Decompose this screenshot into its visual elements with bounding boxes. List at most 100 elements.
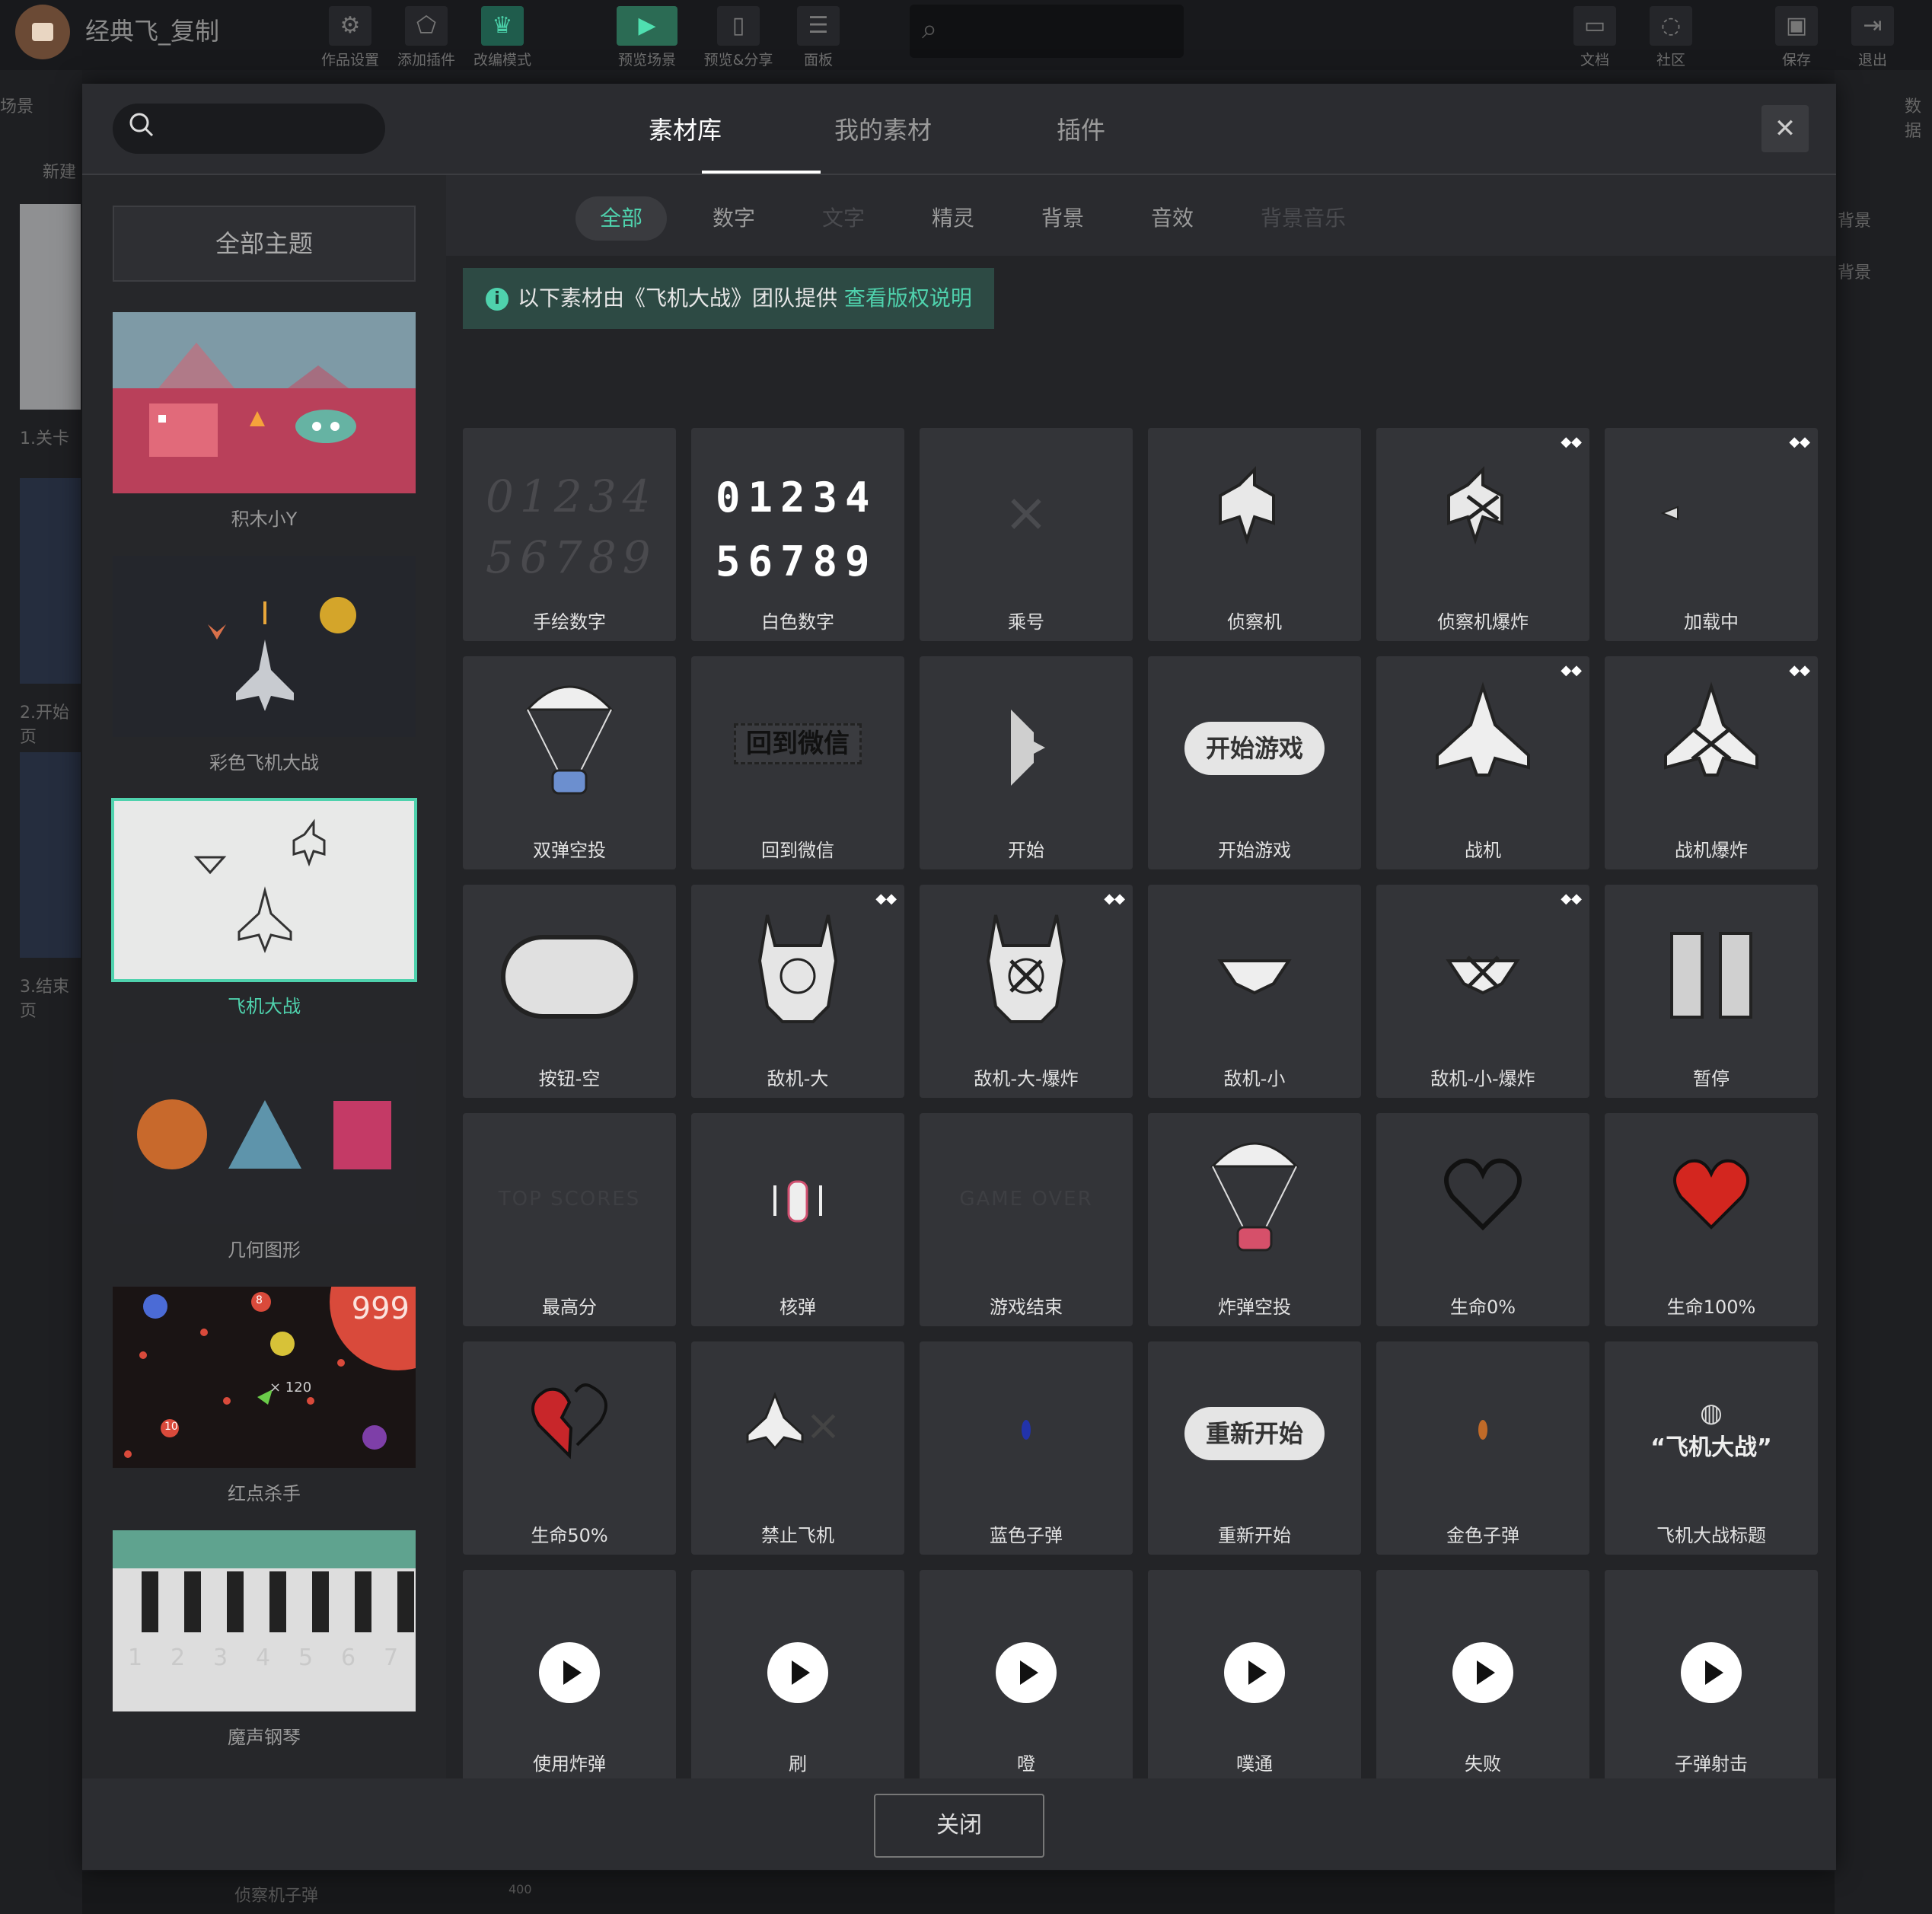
asset-card[interactable]: 侦察机 [1148, 428, 1361, 641]
toolbar-button[interactable]: ▭ 文档 [1557, 3, 1633, 69]
asset-card[interactable]: 使用炸弹 [463, 1570, 676, 1778]
nuke-icon [773, 1180, 822, 1223]
asset-card[interactable]: ◆◆ 侦察机爆炸 [1376, 428, 1589, 641]
close-icon[interactable]: ✕ [1761, 105, 1809, 152]
category-tab[interactable]: 数字 [688, 196, 779, 241]
play-icon[interactable] [767, 1642, 828, 1703]
toolbar-button[interactable]: ⬠ 添加插件 [388, 3, 464, 69]
asset-card[interactable]: 01234 56789 白色数字 [691, 428, 904, 641]
play-icon[interactable] [1452, 1642, 1513, 1703]
animation-badge-icon: ◆◆ [1561, 891, 1582, 907]
scout-plane-icon [1219, 466, 1275, 545]
asset-card[interactable]: 噗通 [1148, 1570, 1361, 1778]
play-icon[interactable] [996, 1642, 1057, 1703]
scene-thumb-3[interactable] [20, 752, 81, 958]
asset-card[interactable]: 暂停 [1605, 885, 1818, 1098]
asset-card[interactable]: 失败 [1376, 1570, 1589, 1778]
data-item-2[interactable]: 背景 [1838, 259, 1871, 283]
copyright-link[interactable]: 查看版权说明 [844, 286, 972, 311]
asset-card[interactable]: 按钮-空 [463, 885, 676, 1098]
asset-card[interactable]: ◆◆ 战机 [1376, 656, 1589, 869]
asset-card[interactable]: ◆◆ 敌机-小-爆炸 [1376, 885, 1589, 1098]
theme-item[interactable]: 积木小Y [113, 312, 416, 531]
play-icon[interactable] [539, 1642, 600, 1703]
toolbar-button[interactable]: ▶ 预览场景 [609, 3, 685, 69]
all-themes-button[interactable]: 全部主题 [113, 206, 416, 282]
data-item-1[interactable]: 背景 [1838, 207, 1871, 231]
asset-label: 核弹 [779, 1297, 816, 1318]
asset-card[interactable]: 开始 [920, 656, 1133, 869]
asset-card[interactable]: 回到微信 回到微信 [691, 656, 904, 869]
asset-card[interactable]: 核弹 [691, 1113, 904, 1326]
asset-card[interactable]: ◆◆ 加载中 [1605, 428, 1818, 641]
asset-card[interactable]: 金色子弹 [1376, 1341, 1589, 1555]
category-tab[interactable]: 精灵 [907, 196, 999, 241]
play-icon[interactable] [1681, 1642, 1742, 1703]
parachute-icon [1210, 1142, 1299, 1252]
asset-card[interactable]: 刷 [691, 1570, 904, 1778]
asset-card[interactable]: × 乘号 [920, 428, 1133, 641]
no-plane-icon [746, 1391, 804, 1450]
asset-card[interactable]: 生命0% [1376, 1113, 1589, 1326]
category-tab[interactable]: 全部 [575, 196, 668, 241]
asset-card[interactable]: ◍ “飞机大战” 飞机大战标题 [1605, 1341, 1818, 1555]
asset-card[interactable]: 敌机-小 [1148, 885, 1361, 1098]
toolbar-button[interactable]: ⇥ 退出 [1835, 3, 1911, 69]
asset-card[interactable]: × 禁止飞机 [691, 1341, 904, 1555]
asset-card[interactable]: GAME OVER 游戏结束 [920, 1113, 1133, 1326]
asset-label: 按钮-空 [538, 1068, 601, 1089]
new-scene-button[interactable]: 新建 [43, 158, 76, 183]
modal-tab[interactable]: 插件 [1005, 111, 1157, 146]
toolbar-icon: ⚙ [329, 6, 371, 46]
asset-card[interactable]: 蓝色子弹 [920, 1341, 1133, 1555]
theme-item-selected[interactable]: 飞机大战 [111, 798, 417, 1018]
theme-item[interactable]: 彩色飞机大战 [113, 556, 416, 774]
timeline-item[interactable]: 侦察机子弹 [234, 1882, 318, 1906]
asset-card[interactable]: ◆◆ 战机爆炸 [1605, 656, 1818, 869]
key-number: 2 [171, 1644, 186, 1671]
scene-thumb-2[interactable] [20, 478, 81, 684]
category-tab[interactable]: 背景音乐 [1236, 196, 1370, 241]
theme-thumb [113, 556, 416, 737]
asset-card[interactable]: 炸弹空投 [1148, 1113, 1361, 1326]
heart-empty-icon [1444, 1158, 1522, 1231]
toolbar-button[interactable]: ⚙ 作品设置 [312, 3, 388, 69]
scene-thumb-1[interactable] [20, 204, 81, 410]
app-logo[interactable] [15, 5, 70, 59]
toolbar-button[interactable]: ☰ 面板 [780, 3, 856, 69]
asset-card[interactable]: 噔 [920, 1570, 1133, 1778]
dot-number: 10 [164, 1421, 178, 1433]
asset-card[interactable]: 生命50% [463, 1341, 676, 1555]
asset-card[interactable]: 子弹射击 [1605, 1570, 1818, 1778]
category-tab[interactable]: 音效 [1127, 196, 1218, 241]
data-panel: 数据 背景 背景 [1835, 70, 1932, 1914]
asset-label: 失败 [1465, 1753, 1501, 1775]
theme-item[interactable]: 1 23 456 7 魔声钢琴 [113, 1530, 416, 1749]
asset-card[interactable]: ◆◆ 敌机-大 [691, 885, 904, 1098]
asset-card[interactable]: ◆◆ 敌机-大-爆炸 [920, 885, 1133, 1098]
toolbar-button[interactable]: ♛ 改编模式 [464, 3, 540, 69]
category-tab[interactable]: 文字 [798, 196, 889, 241]
asset-search-input[interactable] [113, 104, 385, 154]
asset-card[interactable]: 生命100% [1605, 1113, 1818, 1326]
piano-key [397, 1571, 414, 1632]
asset-card[interactable]: 开始游戏 开始游戏 [1148, 656, 1361, 869]
toolbar-button[interactable]: ▯ 预览&分享 [700, 3, 776, 69]
play-icon[interactable] [1224, 1642, 1285, 1703]
asset-card[interactable]: TOP SCORES 最高分 [463, 1113, 676, 1326]
theme-item[interactable]: 999 × 120 8 10 红点杀手 [113, 1287, 416, 1505]
top-search-input[interactable]: ⌕ [910, 5, 1184, 58]
asset-card[interactable]: 双弹空投 [463, 656, 676, 869]
digits-art: 01234 56789 [716, 474, 878, 585]
asset-card[interactable]: 01234 56789 手绘数字 [463, 428, 676, 641]
toolbar-icon: ◌ [1650, 6, 1692, 46]
asset-card[interactable]: 重新开始 重新开始 [1148, 1341, 1361, 1555]
category-tab[interactable]: 背景 [1017, 196, 1108, 241]
animation-badge-icon: ◆◆ [875, 891, 897, 907]
toolbar-button[interactable]: ◌ 社区 [1633, 3, 1709, 69]
close-button[interactable]: 关闭 [874, 1794, 1044, 1858]
modal-tab[interactable]: 我的素材 [807, 111, 959, 146]
modal-tab[interactable]: 素材库 [609, 111, 761, 146]
toolbar-button[interactable]: ▣ 保存 [1758, 3, 1835, 69]
theme-item[interactable]: 几何图形 [113, 1043, 416, 1262]
